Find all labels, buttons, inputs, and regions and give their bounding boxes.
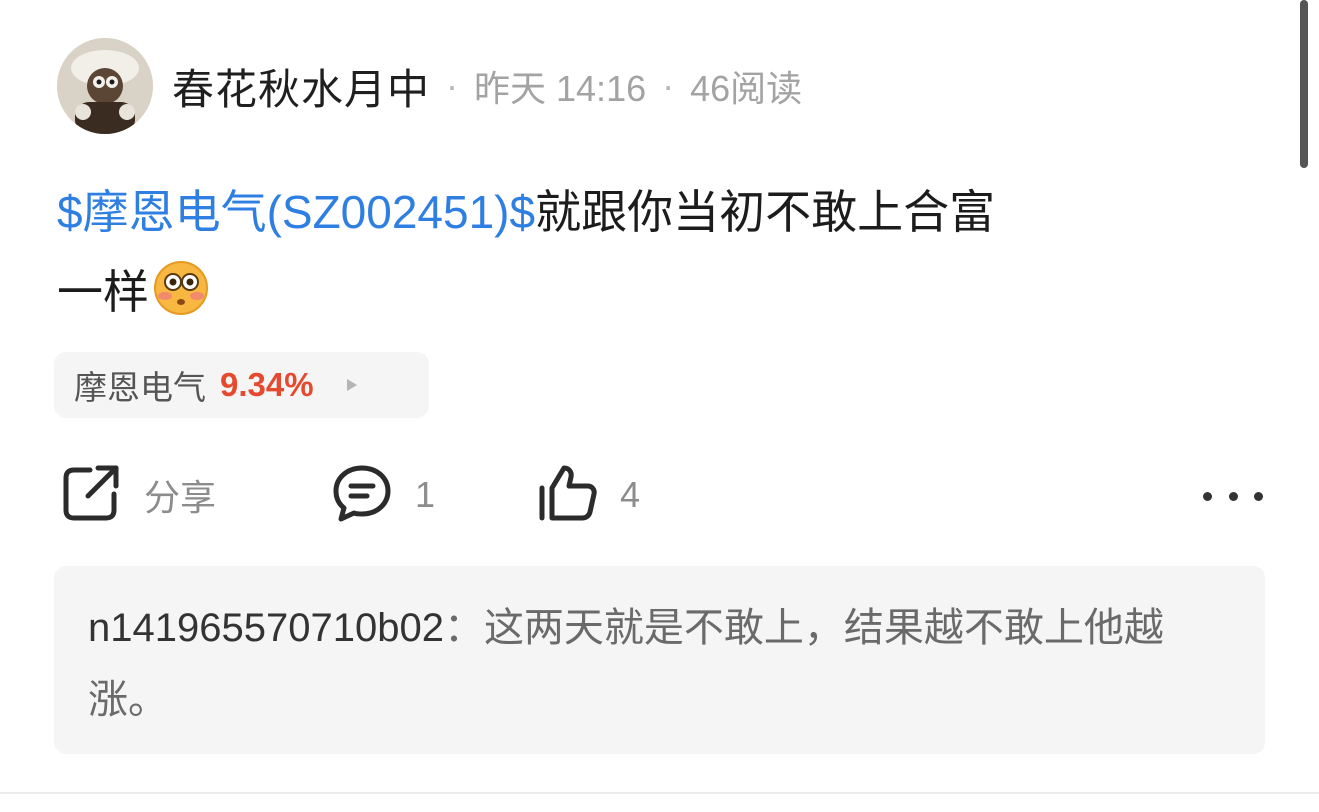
post-header: 春花秋水月中 · 昨天 14:16 · 46阅读 <box>172 58 802 114</box>
comment-count: 1 <box>415 474 436 515</box>
comment-username[interactable]: n141965570710b02 <box>88 606 444 650</box>
stock-change-percent: 9.34% <box>220 366 314 403</box>
share-button[interactable]: 分享 <box>60 464 216 526</box>
comment-button[interactable]: 1 <box>331 464 435 526</box>
like-button[interactable]: 4 <box>536 464 640 526</box>
avatar-image <box>57 38 153 134</box>
stock-name: 摩恩电气 <box>74 369 206 406</box>
post-body: $摩恩电气(SZ002451)$就跟你当初不敢上合富 一样 <box>57 172 1257 340</box>
thumbs-up-icon <box>536 462 598 529</box>
stock-mention-link[interactable]: $摩恩电气(SZ002451)$ <box>57 186 535 238</box>
share-icon <box>60 462 122 529</box>
post-text-line2: 一样 <box>57 266 149 318</box>
post-text-line1: 就跟你当初不敢上合富 <box>535 186 996 238</box>
more-icon[interactable] <box>1203 478 1263 514</box>
author-name[interactable]: 春花秋水月中 <box>172 56 430 117</box>
comment-icon <box>331 462 393 529</box>
separator-dot: · <box>446 65 459 106</box>
play-arrow-icon <box>346 378 358 392</box>
comment-colon: ： <box>443 606 484 650</box>
divider <box>0 792 1319 794</box>
post-card: 春花秋水月中 · 昨天 14:16 · 46阅读 $摩恩电气(SZ002451)… <box>0 0 1319 812</box>
comment-preview[interactable]: n141965570710b02：这两天就是不敢上，结果越不敢上他越涨。 <box>54 566 1265 754</box>
separator-dot: · <box>662 65 675 106</box>
flushed-face-emoji-icon <box>153 260 209 340</box>
scrollbar-thumb[interactable] <box>1300 0 1308 168</box>
post-time: 昨天 14:16 <box>474 68 647 109</box>
stock-quote-chip[interactable]: 摩恩电气 9.34% <box>54 352 429 418</box>
share-label: 分享 <box>144 477 217 518</box>
read-count: 46阅读 <box>690 68 803 109</box>
avatar[interactable] <box>57 38 153 134</box>
like-count: 4 <box>620 474 641 515</box>
